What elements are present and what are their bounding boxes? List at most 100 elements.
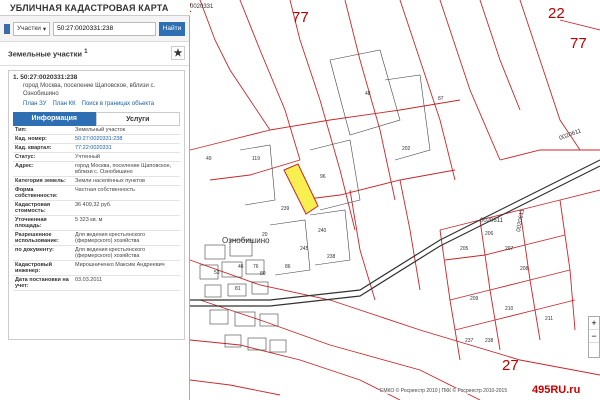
info-row: Категория земель: Земли населённых пункто… [13,177,180,186]
info-table: Тип: Земельный участок Кад. номер: 50:27:00… [13,126,180,291]
parcel-number: 119 [252,156,260,162]
info-value: Земельный участок [75,126,126,133]
parcel-number: 48 [365,91,371,97]
info-row: Статус: Учтенный [13,153,180,162]
info-value: Для ведения крестьянского (фермерского) … [75,246,146,259]
parcel-number: 237 [465,338,474,344]
info-key: Категория земель: [15,177,66,184]
block-label-77a: 77 [292,9,309,26]
info-value: 03.03.2011 [75,276,103,283]
parcel-number: 49 [206,156,212,162]
info-key: по документу: [15,246,54,253]
info-key: Адрес: [15,162,34,169]
search-row: Участки▾ Найти [0,16,189,42]
tabs: Информация Услуги [13,111,180,126]
info-value: город Москва, поселение Щаповское, вблиз… [75,162,172,175]
map-screen: 77 77 22 22 27 0020331 0020611 0020611 0… [0,0,600,400]
parcel-number: 205 [460,246,469,252]
search-input[interactable] [53,21,156,36]
info-row: по документу: Для ведения крестьянского (… [13,246,180,261]
info-row: Тип: Земельный участок [13,126,180,135]
parcel-number: 207 [505,246,514,252]
star-icon[interactable]: ★ [171,46,185,60]
code-label-top: 0020331 [190,4,214,10]
result-card: 1. 50:27:0020331:238 город Москва, посел… [8,70,185,340]
logo-icon [4,23,10,34]
parcel-number: 209 [470,296,479,302]
result-index: 1. [13,74,19,81]
info-row: Адрес: город Москва, поселение Щаповское,… [13,162,180,177]
info-key: Кадастровая стоимость: [15,201,51,214]
brand-watermark: 495RU.ru [530,384,583,396]
info-panel: Участки▾ Найти Земельные участки 1 ★ 1. … [0,16,190,400]
link-plan-kk[interactable]: План КК [53,101,76,107]
zoom-in-button[interactable]: + [589,317,599,330]
parcel-number: 211 [545,316,553,322]
block-label-22b: 22 [548,5,565,22]
info-row: Кад. номер: 50:27:0020331:238 [13,135,180,144]
info-key: Статус: [15,153,36,160]
zoom-control: + − [588,316,600,358]
info-value: Для ведения крестьянского (фермерского) … [75,231,146,244]
section-count: 1 [84,48,88,55]
parcel-number: 46 [238,264,244,270]
parcel-number: 20 [262,232,268,238]
info-row: Кадастровая стоимость: 36 409,32 руб. [13,201,180,216]
parcel-number: 87 [438,96,444,102]
info-key: Дата постановки на учет: [15,276,69,289]
parcel-number: 206 [485,231,494,237]
chevron-down-icon: ▾ [42,25,47,33]
app-title: УБЛИЧНАЯ КАДАСТРОВАЯ КАРТА [0,0,190,16]
info-key: Уточненная площадь: [15,216,47,229]
parcel-number: 202 [402,146,411,152]
tab-info[interactable]: Информация [13,111,96,126]
info-key: Тип: [15,126,27,133]
info-row: Кадастровый инженер: Мирошниченко Максим … [13,261,180,276]
info-value: 36 409,32 руб. [75,201,112,208]
code-label-right2: 0020611 [480,218,504,224]
parcel-number: 245 [300,246,309,252]
info-value: Мирошниченко Максим Андреевич [75,261,165,268]
section-header: Земельные участки 1 ★ [0,42,189,66]
zoom-out-button[interactable]: − [589,330,599,343]
link-search-bounds[interactable]: Поиск в границах объекта [82,101,155,107]
info-value: 5 323 кв. м [75,216,103,223]
parcel-number: 76 [253,264,259,270]
info-row: Форма собственности: Частная собственност… [13,186,180,201]
info-key: Кад. номер: [15,135,47,142]
info-key: Форма собственности: [15,186,58,199]
parcel-number: 239 [281,206,290,212]
parcel-number: 86 [285,264,291,270]
block-label-77b: 77 [570,35,587,52]
result-links: План ЗУ План КК Поиск в границах объекта [23,101,180,107]
search-type-label: Участки [17,25,41,32]
parcel-number: 53 [214,270,220,276]
parcel-number: 96 [320,174,326,180]
info-key: Кадастровый инженер: [15,261,52,274]
tab-services[interactable]: Услуги [95,111,180,126]
info-row: Разрешенное использование: Для ведения кр… [13,231,180,246]
link-plan-zu[interactable]: План ЗУ [23,101,47,107]
info-value[interactable]: 50:27:0020331:238 [73,135,180,143]
info-value: Земли населённых пунктов [75,177,145,184]
result-cad-number: 50:27:0020331:238 [20,74,78,81]
parcel-number: 208 [520,266,529,272]
parcel-number: 240 [318,228,327,234]
info-row: Дата постановки на учет: 03.03.2011 [13,276,180,291]
search-button[interactable]: Найти [159,21,185,36]
parcel-number: 81 [235,286,241,292]
parcel-number: 210 [505,306,514,312]
info-row: Кад. квартал: 77:22:0020331 [13,144,180,153]
search-type-select[interactable]: Участки ▾ [13,21,51,36]
info-key: Кад. квартал: [15,144,52,151]
info-key: Разрешенное использование: [15,231,59,244]
block-label-27: 27 [502,357,519,374]
info-value[interactable]: 77:22:0020331 [73,144,180,152]
info-value: Учтенный [75,153,100,160]
result-title[interactable]: 1. 50:27:0020331:238 [13,74,180,81]
parcel-number: 238 [485,338,494,344]
info-row: Уточненная площадь: 5 323 кв. м [13,216,180,231]
parcel-number: 80 [260,271,266,277]
result-address: город Москва, поселение Щаповское, вблиз… [23,83,156,97]
copyright-footer: ЕМКО © Росреестр 2010 | ПКК © Росреестр … [380,388,508,394]
